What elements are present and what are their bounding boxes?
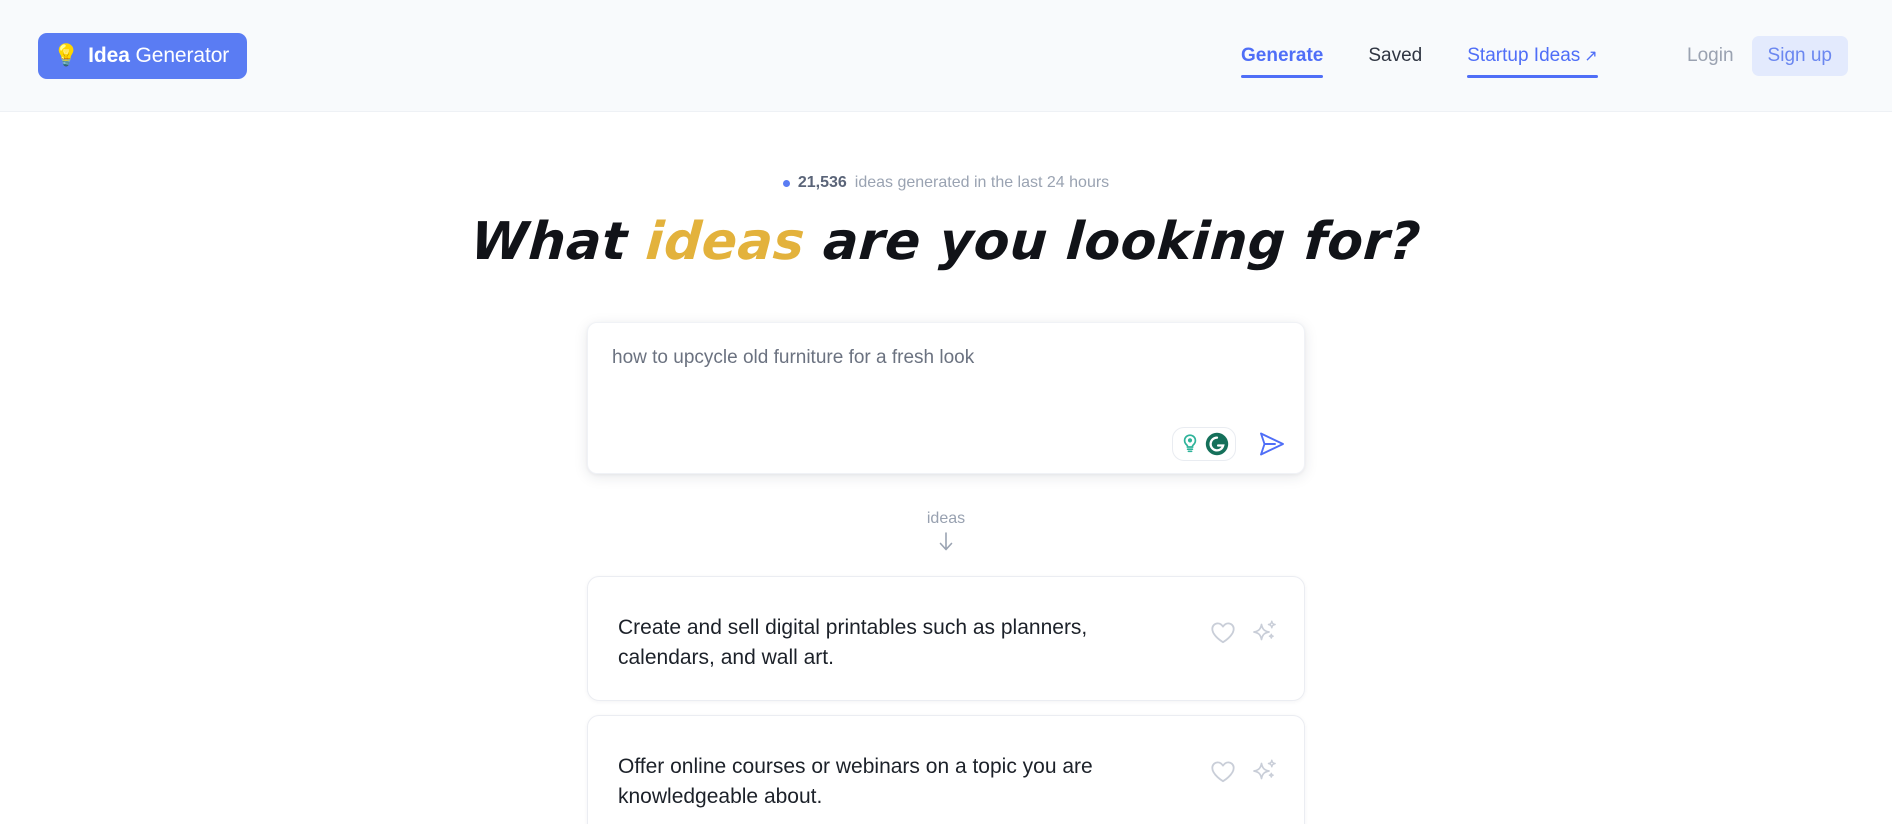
sparkles-icon [1253,620,1276,641]
results-divider: ideas [927,510,965,554]
idea-list: Create and sell digital printables such … [587,576,1305,824]
prompt-actions [1172,427,1288,461]
nav-item-generate-label: Generate [1241,45,1324,66]
stats-count: 21,536 [797,174,847,191]
stats-text: ideas generated in the last 24 hours [854,174,1110,191]
nav-link-underline [1467,75,1598,78]
primary-nav: Generate Saved Startup Ideas ↗ [1241,0,1598,112]
heart-icon [1211,622,1235,644]
auth-actions: Login Sign up [1673,0,1848,112]
grammarly-bulb-icon [1183,434,1197,453]
nav-item-startup-ideas-label: Startup Ideas [1467,45,1581,66]
site-header: 💡 Idea Generator Generate Saved Startup … [0,0,1892,112]
signup-button[interactable]: Sign up [1751,36,1848,76]
nav-item-startup-ideas[interactable]: Startup Ideas ↗ [1467,45,1598,78]
idea-card[interactable]: Create and sell digital printables such … [587,576,1305,701]
external-link-icon: ↗ [1584,48,1598,65]
grammarly-g-icon [1205,432,1229,456]
status-dot-icon [782,179,790,187]
regenerate-idea-button[interactable] [1250,617,1280,647]
idea-card-actions [1208,603,1280,647]
main-content: 21,536 ideas generated in the last 24 ho… [0,112,1892,824]
idea-card[interactable]: Offer online courses or webinars on a to… [587,714,1305,824]
nav-item-saved-label: Saved [1368,45,1423,66]
lightbulb-icon: 💡 [53,44,80,67]
logo-label-strong: Idea [88,43,130,67]
login-link[interactable]: Login [1673,37,1748,75]
idea-card-text: Offer online courses or webinars on a to… [618,754,1093,809]
nav-active-underline [1241,75,1324,78]
arrow-down-icon [936,530,956,554]
headline-accent: ideas [644,212,808,272]
stats-line: 21,536 ideas generated in the last 24 ho… [782,174,1110,192]
divider-label: ideas [926,510,966,527]
logo-label-regular: Generator [129,43,230,67]
save-idea-button[interactable] [1208,756,1238,786]
nav-item-saved[interactable]: Saved [1368,45,1422,67]
headline-after: are you looking for? [802,212,1423,272]
send-button[interactable] [1254,427,1288,461]
save-idea-button[interactable] [1208,617,1238,647]
prompt-input[interactable] [588,323,1304,423]
headline-before: What [469,212,649,272]
idea-card-actions [1208,742,1280,786]
prompt-box [587,322,1305,474]
sparkles-icon [1253,759,1276,780]
regenerate-idea-button[interactable] [1250,756,1280,786]
prompt-area [587,322,1305,474]
send-arrow-icon [1260,432,1284,456]
page-title: What ideas are you looking for? [469,212,1423,272]
heart-icon [1211,761,1235,782]
logo-button[interactable]: 💡 Idea Generator [38,32,248,79]
grammarly-badge-icon[interactable] [1172,427,1236,461]
idea-card-text: Create and sell digital printables such … [618,616,1088,670]
nav-item-generate[interactable]: Generate [1241,45,1324,78]
logo-label: Idea Generator [88,44,229,68]
